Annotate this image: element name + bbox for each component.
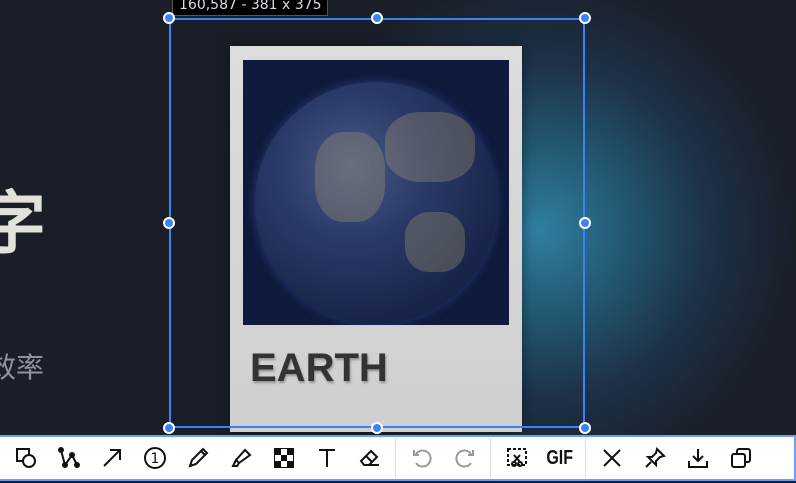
copy-icon — [730, 448, 751, 468]
resize-handle-w[interactable] — [163, 217, 175, 229]
mosaic-tool-button[interactable] — [262, 438, 305, 478]
resize-handle-ne[interactable] — [579, 12, 591, 24]
save-button[interactable] — [676, 438, 719, 478]
text-icon — [318, 449, 335, 467]
pencil-icon — [187, 447, 208, 468]
shapes-icon — [15, 448, 36, 468]
resize-handle-n[interactable] — [371, 12, 383, 24]
arrow-icon — [102, 449, 121, 467]
undo-icon — [412, 449, 432, 468]
background-heading: 字 — [0, 185, 47, 264]
highlighter-tool-button[interactable] — [219, 438, 262, 478]
pin-icon — [644, 447, 666, 468]
shape-tool-button[interactable] — [4, 438, 47, 478]
resize-handle-s[interactable] — [371, 422, 383, 434]
resize-handle-se[interactable] — [579, 422, 591, 434]
background-subtitle: 效率 — [0, 351, 45, 384]
toolbar-divider — [585, 438, 586, 478]
eraser-icon — [359, 449, 379, 466]
close-icon — [602, 449, 621, 467]
resize-handle-sw[interactable] — [163, 422, 175, 434]
scissors-capture-icon — [506, 448, 527, 467]
pencil-tool-button[interactable] — [176, 438, 219, 478]
polyline-tool-button[interactable] — [47, 438, 90, 478]
arrow-tool-button[interactable] — [90, 438, 133, 478]
scroll-capture-button[interactable] — [495, 438, 538, 478]
redo-button[interactable] — [443, 438, 486, 478]
annotation-toolbar: 1 GIF — [0, 435, 796, 481]
gif-record-button[interactable]: GIF — [538, 438, 581, 478]
mosaic-icon — [273, 448, 294, 468]
pin-button[interactable] — [633, 438, 676, 478]
download-icon — [687, 449, 708, 468]
polyline-icon — [57, 447, 80, 468]
close-button[interactable] — [590, 438, 633, 478]
resize-handle-nw[interactable] — [163, 12, 175, 24]
redo-icon — [454, 449, 474, 468]
toolbar-divider — [490, 438, 491, 478]
eraser-tool-button[interactable] — [348, 438, 391, 478]
undo-button[interactable] — [400, 438, 443, 478]
gif-label: GIF — [546, 446, 573, 469]
selection-size-readout: 160,587 - 381 x 375 — [172, 0, 329, 16]
toolbar-divider — [395, 438, 396, 478]
svg-text:1: 1 — [150, 451, 159, 467]
text-tool-button[interactable] — [305, 438, 348, 478]
numbered-circle-icon: 1 — [143, 447, 166, 469]
selection-rectangle[interactable] — [169, 18, 585, 428]
highlighter-icon — [230, 448, 252, 467]
resize-handle-e[interactable] — [579, 217, 591, 229]
copy-button[interactable] — [719, 438, 762, 478]
number-marker-button[interactable]: 1 — [133, 438, 176, 478]
